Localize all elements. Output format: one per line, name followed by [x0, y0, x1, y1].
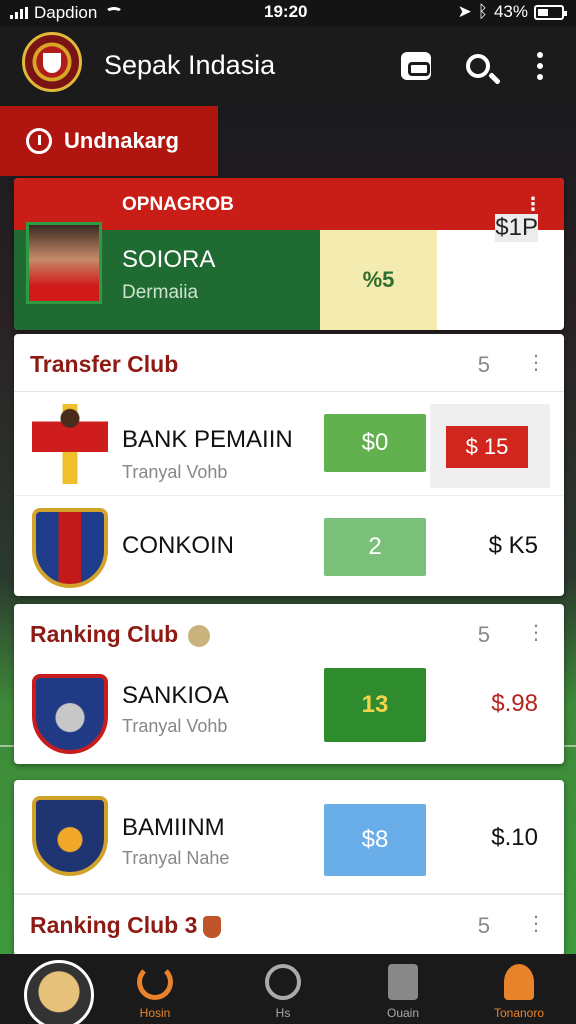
ranking-club-card: Ranking Club 5 ⋮ SANKIOA Tranyal Vohb 13… — [14, 604, 564, 764]
item-name: BAMIINM — [122, 814, 225, 841]
featured-player-subtitle: Dermaiia — [122, 282, 199, 303]
item-value-chip[interactable]: $8 — [324, 804, 426, 876]
nav-item-clock[interactable]: Hs — [238, 964, 328, 1024]
section-title-text: Ranking Club — [30, 621, 179, 647]
status-time: 19:20 — [264, 2, 308, 21]
section-title-text: Ranking Club 3 — [30, 912, 198, 938]
list-item[interactable]: SANKIOA Tranyal Vohb 13 $.98 — [14, 662, 564, 764]
nav-label: Hosin — [139, 1006, 171, 1020]
item-subtitle: Tranyal Nahe — [122, 848, 230, 868]
list-item[interactable]: BANK PEMAIIN Tranyal Vohb $0 $ 15 — [14, 392, 564, 496]
list-item[interactable]: BAMIINM Tranyal Nahe $8 $.10 — [14, 780, 564, 894]
section-title: Transfer Club — [30, 351, 179, 377]
section-more-icon[interactable]: ⋮ — [526, 620, 546, 645]
item-subtitle: Tranyal Vohb — [122, 716, 228, 736]
featured-more-icon[interactable]: ⋮ — [524, 194, 542, 215]
nav-item-clipboard[interactable]: Ouain — [358, 964, 448, 1024]
item-subtitle: Tranyal Vohb — [122, 462, 228, 482]
item-price: $ 15 — [446, 426, 528, 468]
section-title: Ranking Club — [30, 621, 211, 648]
section-count: 5 — [477, 352, 490, 377]
signal-icon — [10, 7, 28, 19]
clock-icon — [265, 964, 301, 1000]
item-value-chip[interactable]: 13 — [324, 668, 426, 742]
nav-label: Tonanoro — [493, 1006, 545, 1020]
section-more-icon[interactable]: ⋮ — [526, 350, 546, 375]
alert-icon — [26, 128, 52, 154]
section-header: Ranking Club 5 ⋮ — [14, 604, 564, 662]
item-value-chip[interactable]: 2 — [324, 518, 426, 576]
club-crest-icon — [32, 508, 108, 588]
cast-button[interactable] — [396, 46, 436, 86]
transfer-club-card: Transfer Club 5 ⋮ BANK PEMAIIN Tranyal V… — [14, 334, 564, 596]
featured-header-title: OPNAGROB — [122, 194, 234, 215]
nav-label: Ouain — [386, 1006, 420, 1020]
featured-player: SOIORA Dermaiia — [14, 222, 320, 330]
featured-price[interactable]: $1P — [495, 214, 538, 242]
section-more-icon[interactable]: ⋮ — [526, 911, 546, 936]
ranking-club-card-2: BAMIINM Tranyal Nahe $8 $.10 Ranking Clu… — [14, 780, 564, 956]
battery-percent: 43% — [493, 2, 528, 21]
search-icon — [466, 54, 490, 78]
carrier-label: Dapdion — [34, 3, 98, 22]
item-value-chip[interactable]: $0 — [324, 414, 426, 472]
nav-item-trophy[interactable]: Tonanoro — [474, 964, 564, 1024]
bottom-navigation: Hosin Hs Ouain Tonanoro — [0, 954, 576, 1024]
section-header: Ranking Club 3 5 ⋮ — [14, 894, 564, 952]
club-crest-icon — [32, 674, 108, 754]
section-count: 5 — [477, 622, 490, 647]
player-avatar — [26, 222, 102, 304]
app-title: Sepak Indasia — [104, 50, 276, 80]
featured-player-name: SOIORA — [122, 246, 216, 273]
item-name: BANK PEMAIIN — [122, 426, 293, 453]
clipboard-icon — [388, 964, 418, 1000]
more-vert-icon — [537, 52, 543, 58]
trophy-icon — [203, 915, 222, 938]
nav-item-home[interactable]: Hosin — [110, 964, 200, 1024]
cast-icon — [401, 52, 431, 80]
list-item[interactable]: CONKOIN 2 $ K5 — [14, 496, 564, 596]
tab-label: Undnakarg — [64, 128, 179, 153]
player-thumbnail — [32, 404, 108, 484]
item-name: SANKIOA — [122, 682, 229, 709]
battery-icon — [534, 4, 567, 20]
tab-undnakarg[interactable]: Undnakarg — [0, 106, 218, 176]
item-price: $.10 — [491, 824, 538, 851]
app-bar: Sepak Indasia — [0, 26, 576, 106]
location-icon: ➤ — [457, 2, 472, 21]
item-price: $.98 — [491, 690, 538, 717]
featured-score[interactable]: %5 — [320, 230, 437, 330]
search-button[interactable] — [458, 46, 498, 86]
status-bar: Dapdion 19:20 ➤ ᛒ 43% — [0, 0, 576, 26]
section-header: Transfer Club 5 ⋮ — [14, 334, 564, 392]
bluetooth-icon: ᛒ — [477, 2, 488, 21]
profile-avatar[interactable] — [24, 960, 94, 1024]
nav-label: Hs — [275, 1006, 291, 1020]
club-logo[interactable] — [22, 32, 82, 92]
item-price: $ K5 — [488, 532, 538, 559]
item-name: CONKOIN — [122, 532, 235, 559]
refresh-icon — [137, 964, 173, 1000]
item-price-box[interactable]: $ 15 — [430, 404, 550, 488]
section-count: 5 — [477, 913, 490, 938]
ball-icon — [188, 624, 211, 647]
wifi-icon — [105, 7, 124, 19]
club-crest-icon — [32, 796, 108, 876]
section-title: Ranking Club 3 — [30, 912, 222, 939]
more-options-button[interactable] — [520, 46, 560, 86]
featured-player-card[interactable]: OPNAGROB ⋮ SOIORA Dermaiia %5 $1P — [14, 178, 564, 330]
trophy-nav-icon — [504, 964, 534, 1000]
